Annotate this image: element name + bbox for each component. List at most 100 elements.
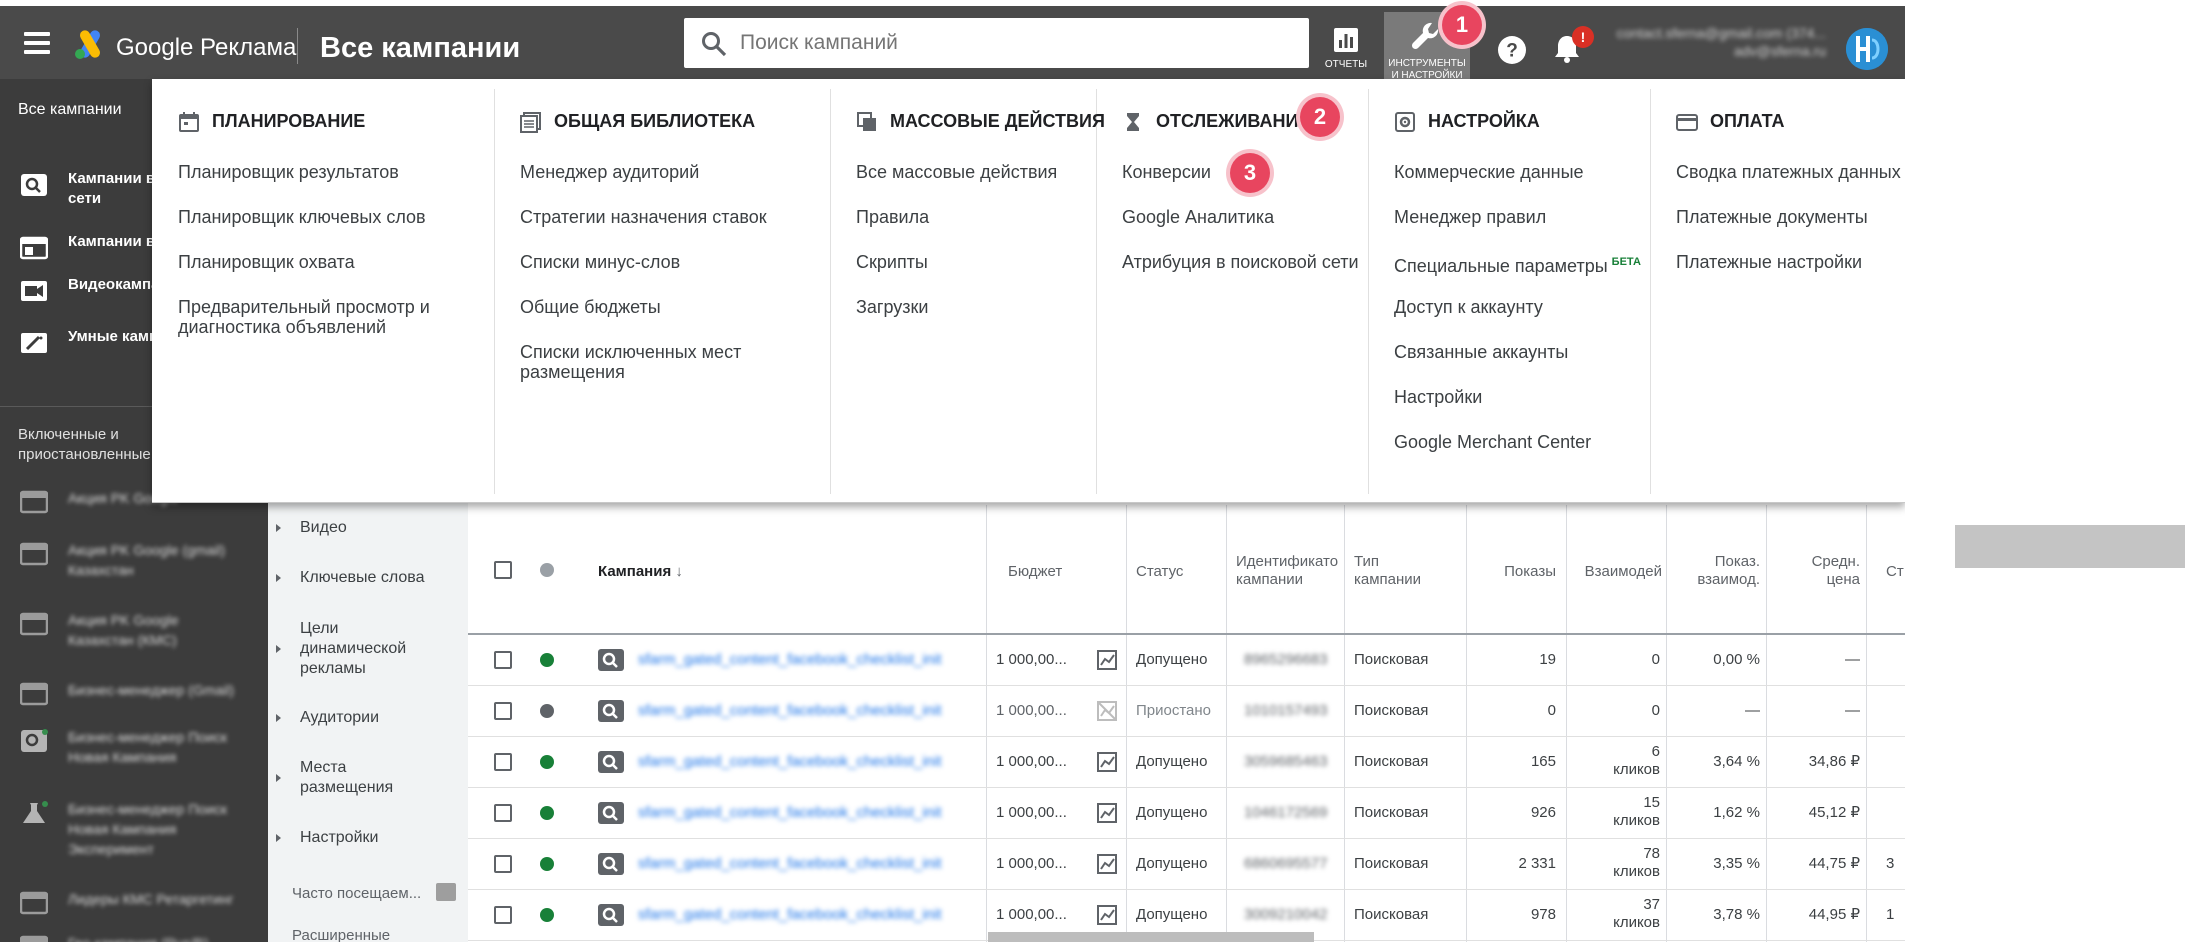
menu-item-billing-summary[interactable]: Сводка платежных данных bbox=[1676, 162, 1901, 182]
bar-chart-icon bbox=[1334, 28, 1358, 52]
menu-item-billing-settings[interactable]: Платежные настройки bbox=[1676, 252, 1862, 272]
side-panel-tab[interactable] bbox=[1955, 525, 2185, 568]
frequently-visited-label[interactable]: Часто посещаем... bbox=[292, 885, 421, 902]
budget-value[interactable]: 1 000,00... bbox=[996, 906, 1067, 924]
campaign-name-link[interactable]: sfarm_gated_content_facebook_checklist_i… bbox=[638, 651, 942, 668]
trend-chart-icon[interactable] bbox=[1096, 751, 1118, 773]
subnav-item-dynamic-ad-targets[interactable]: Цели динамической рекламы bbox=[276, 619, 406, 679]
campaign-name-link[interactable]: sfarm_gated_content_facebook_checklist_i… bbox=[638, 906, 942, 923]
row-checkbox[interactable] bbox=[494, 651, 512, 669]
budget-value[interactable]: 1 000,00... bbox=[996, 804, 1067, 822]
account-info[interactable]: contact.sferna@gmail.com (374... adv@sfer… bbox=[1606, 24, 1826, 60]
nav-campaign-item[interactable]: Акция PK Google Казахстан (КМС) bbox=[0, 606, 268, 666]
header-budget[interactable]: Бюджет bbox=[1008, 563, 1062, 581]
smart-campaign-icon bbox=[21, 333, 47, 353]
row-checkbox[interactable] bbox=[494, 855, 512, 873]
campaign-name-link[interactable]: sfarm_gated_content_facebook_checklist_i… bbox=[638, 804, 942, 821]
interactions-value[interactable]: 0 bbox=[1576, 702, 1660, 720]
header-interactions[interactable]: Взаимодей bbox=[1576, 563, 1662, 581]
trend-chart-icon[interactable] bbox=[1096, 853, 1118, 875]
subnav-item-keywords[interactable]: Ключевые слова bbox=[276, 568, 425, 588]
subnav-item-video[interactable]: Видео bbox=[276, 518, 347, 538]
budget-value[interactable]: 1 000,00... bbox=[996, 855, 1067, 873]
nav-all-campaigns[interactable]: Все кампании bbox=[0, 101, 122, 119]
display-campaign-icon bbox=[20, 935, 48, 942]
nav-campaign-item[interactable]: Акция PK Google (gmail) Казахстан bbox=[0, 536, 268, 596]
menu-item-google-analytics[interactable]: Google Аналитика bbox=[1122, 207, 1274, 227]
menu-item-billing-documents[interactable]: Платежные документы bbox=[1676, 207, 1868, 227]
menu-item-negative-keyword-lists[interactable]: Списки минус-слов bbox=[520, 252, 680, 272]
enabled-status-icon[interactable] bbox=[540, 755, 554, 769]
menu-item-custom-parameters[interactable]: Специальные параметры БЕТА bbox=[1394, 252, 1641, 276]
trend-chart-icon[interactable] bbox=[1096, 802, 1118, 824]
chart-disabled-icon[interactable] bbox=[1096, 700, 1118, 722]
help-icon[interactable]: ? bbox=[1496, 34, 1528, 66]
enabled-status-icon[interactable] bbox=[540, 806, 554, 820]
budget-value[interactable]: 1 000,00... bbox=[996, 651, 1067, 669]
interactions-value[interactable]: 78 кликов bbox=[1576, 845, 1660, 881]
interactions-value[interactable]: 37 кликов bbox=[1576, 896, 1660, 932]
feedback-icon[interactable] bbox=[436, 883, 456, 901]
menu-item-uploads[interactable]: Загрузки bbox=[856, 297, 928, 317]
nav-campaign-item[interactable]: Гео-кампания (Rus/B) bbox=[0, 929, 268, 942]
menu-item-shared-budgets[interactable]: Общие бюджеты bbox=[520, 297, 661, 317]
interactions-value[interactable]: 0 bbox=[1576, 651, 1660, 669]
menu-item-linked-accounts[interactable]: Связанные аккаунты bbox=[1394, 342, 1568, 362]
campaign-id-value: 6860695577 bbox=[1244, 855, 1328, 872]
menu-item-ad-preview[interactable]: Предварительный просмотр и диагностика об… bbox=[178, 297, 430, 337]
account-avatar[interactable] bbox=[1846, 28, 1888, 70]
budget-value[interactable]: 1 000,00... bbox=[996, 702, 1067, 720]
row-checkbox[interactable] bbox=[494, 702, 512, 720]
header-interaction-rate[interactable]: Показ. взаимод. bbox=[1676, 553, 1760, 589]
campaign-name-link[interactable]: sfarm_gated_content_facebook_checklist_i… bbox=[638, 855, 942, 872]
subnav-item-placements[interactable]: Места размещения bbox=[276, 758, 393, 798]
menu-item-rule-manager[interactable]: Менеджер правил bbox=[1394, 207, 1546, 227]
menu-item-account-access[interactable]: Доступ к аккаунту bbox=[1394, 297, 1543, 317]
menu-item-audience-manager[interactable]: Менеджер аудиторий bbox=[520, 162, 699, 182]
header-campaign-id[interactable]: Идентификато кампании bbox=[1236, 553, 1341, 589]
menu-item-all-bulk-actions[interactable]: Все массовые действия bbox=[856, 162, 1057, 182]
menu-item-bid-strategies[interactable]: Стратегии назначения ставок bbox=[520, 207, 767, 227]
menu-item-conversions[interactable]: Конверсии bbox=[1122, 162, 1211, 182]
header-campaign[interactable]: Кампания ↓ bbox=[598, 563, 683, 581]
menu-item-rules[interactable]: Правила bbox=[856, 207, 929, 227]
header-campaign-type[interactable]: Тип кампании bbox=[1354, 553, 1421, 589]
extended-label[interactable]: Расширенные bbox=[292, 927, 390, 942]
header-cost[interactable]: Ст bbox=[1886, 563, 1904, 581]
nav-campaign-item[interactable]: Бизнес-менеджер Поиск Новая Кампания bbox=[0, 723, 268, 783]
campaign-name-link[interactable]: sfarm_gated_content_facebook_checklist_i… bbox=[638, 702, 942, 719]
enabled-status-icon[interactable] bbox=[540, 653, 554, 667]
search-input[interactable] bbox=[740, 26, 1300, 60]
select-all-checkbox[interactable] bbox=[494, 561, 512, 579]
row-checkbox[interactable] bbox=[494, 804, 512, 822]
reports-button[interactable]: ОТЧЕТЫ bbox=[1316, 14, 1376, 76]
menu-item-merchant-center[interactable]: Google Merchant Center bbox=[1394, 432, 1591, 452]
subnav-item-audiences[interactable]: Аудитории bbox=[276, 708, 379, 728]
trend-chart-icon[interactable] bbox=[1096, 649, 1118, 671]
menu-item-business-data[interactable]: Коммерческие данные bbox=[1394, 162, 1584, 182]
paused-status-icon[interactable] bbox=[540, 704, 554, 718]
header-impressions[interactable]: Показы bbox=[1486, 563, 1556, 581]
menu-item-settings[interactable]: Настройки bbox=[1394, 387, 1482, 407]
trend-chart-icon[interactable] bbox=[1096, 904, 1118, 926]
enabled-status-icon[interactable] bbox=[540, 908, 554, 922]
horizontal-scrollbar[interactable] bbox=[988, 932, 1314, 942]
header-avg-cost[interactable]: Средн. цена bbox=[1776, 553, 1860, 589]
main-menu-button[interactable] bbox=[18, 30, 58, 58]
menu-item-reach-planner[interactable]: Планировщик охвата bbox=[178, 252, 355, 272]
menu-item-performance-planner[interactable]: Планировщик результатов bbox=[178, 162, 399, 182]
nav-campaign-item[interactable]: Бизнес-менеджер Поиск Новая Кампания Экспе… bbox=[0, 795, 268, 875]
menu-item-keyword-planner[interactable]: Планировщик ключевых слов bbox=[178, 207, 426, 227]
menu-item-search-attribution[interactable]: Атрибуция в поисковой сети bbox=[1122, 252, 1359, 272]
menu-item-scripts[interactable]: Скрипты bbox=[856, 252, 928, 272]
row-checkbox[interactable] bbox=[494, 753, 512, 771]
interactions-value[interactable]: 15 кликов bbox=[1576, 794, 1660, 830]
menu-item-placement-exclusion-lists[interactable]: Списки исключенных мест размещения bbox=[520, 342, 741, 382]
header-status[interactable]: Статус bbox=[1136, 563, 1183, 581]
row-checkbox[interactable] bbox=[494, 906, 512, 924]
campaign-name-link[interactable]: sfarm_gated_content_facebook_checklist_i… bbox=[638, 753, 942, 770]
subnav-item-settings[interactable]: Настройки bbox=[276, 828, 378, 848]
budget-value[interactable]: 1 000,00... bbox=[996, 753, 1067, 771]
enabled-status-icon[interactable] bbox=[540, 857, 554, 871]
interactions-value[interactable]: 6 кликов bbox=[1576, 743, 1660, 779]
